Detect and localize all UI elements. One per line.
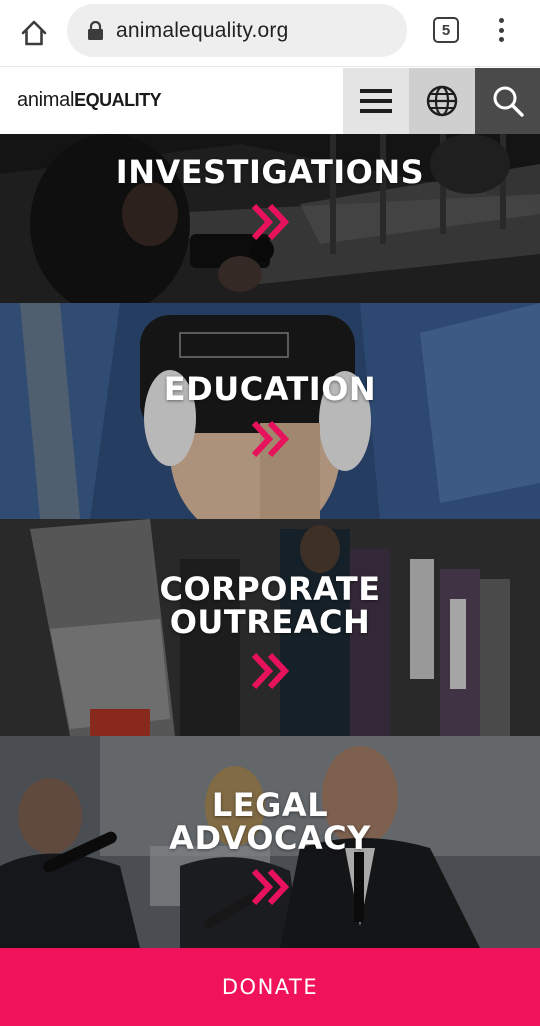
home-icon[interactable] [14, 13, 54, 53]
double-chevron-icon [252, 421, 290, 457]
url-text: animalequality.org [116, 19, 289, 42]
browser-toolbar: animalequality.org 5 [0, 0, 540, 67]
search-button[interactable] [475, 68, 540, 134]
site-header: animalEQUALITY [0, 68, 540, 134]
double-chevron-icon [252, 653, 290, 689]
globe-icon [426, 85, 458, 117]
donate-button[interactable]: DONATE [0, 948, 540, 1026]
address-bar[interactable]: animalequality.org [67, 4, 407, 57]
language-button[interactable] [409, 68, 475, 134]
logo-light-text: animal [17, 89, 75, 111]
overflow-menu-icon[interactable] [492, 14, 510, 46]
education-panel[interactable]: EDUCATION [0, 303, 540, 519]
education-photo [0, 303, 540, 519]
donate-label: DONATE [221, 975, 319, 999]
investigations-panel[interactable]: INVESTIGATIONS [0, 134, 540, 303]
double-chevron-icon [252, 869, 290, 905]
tab-switcher-icon[interactable]: 5 [433, 17, 459, 43]
logo-bold-text: EQUALITY [74, 90, 162, 110]
legal-advocacy-panel[interactable]: LEGAL ADVOCACY [0, 736, 540, 948]
investigations-title: INVESTIGATIONS [115, 153, 425, 191]
lock-icon [88, 21, 103, 40]
site-logo[interactable]: animalEQUALITY [17, 89, 162, 112]
double-chevron-icon [252, 204, 290, 240]
hamburger-icon [360, 89, 392, 113]
legal-advocacy-title: LEGAL ADVOCACY [169, 786, 371, 857]
search-icon [493, 86, 524, 117]
corporate-outreach-panel[interactable]: CORPORATE OUTREACH [0, 519, 540, 736]
education-title: EDUCATION [163, 370, 377, 408]
corporate-outreach-title: CORPORATE OUTREACH [159, 570, 381, 641]
hamburger-menu-button[interactable] [343, 68, 409, 134]
